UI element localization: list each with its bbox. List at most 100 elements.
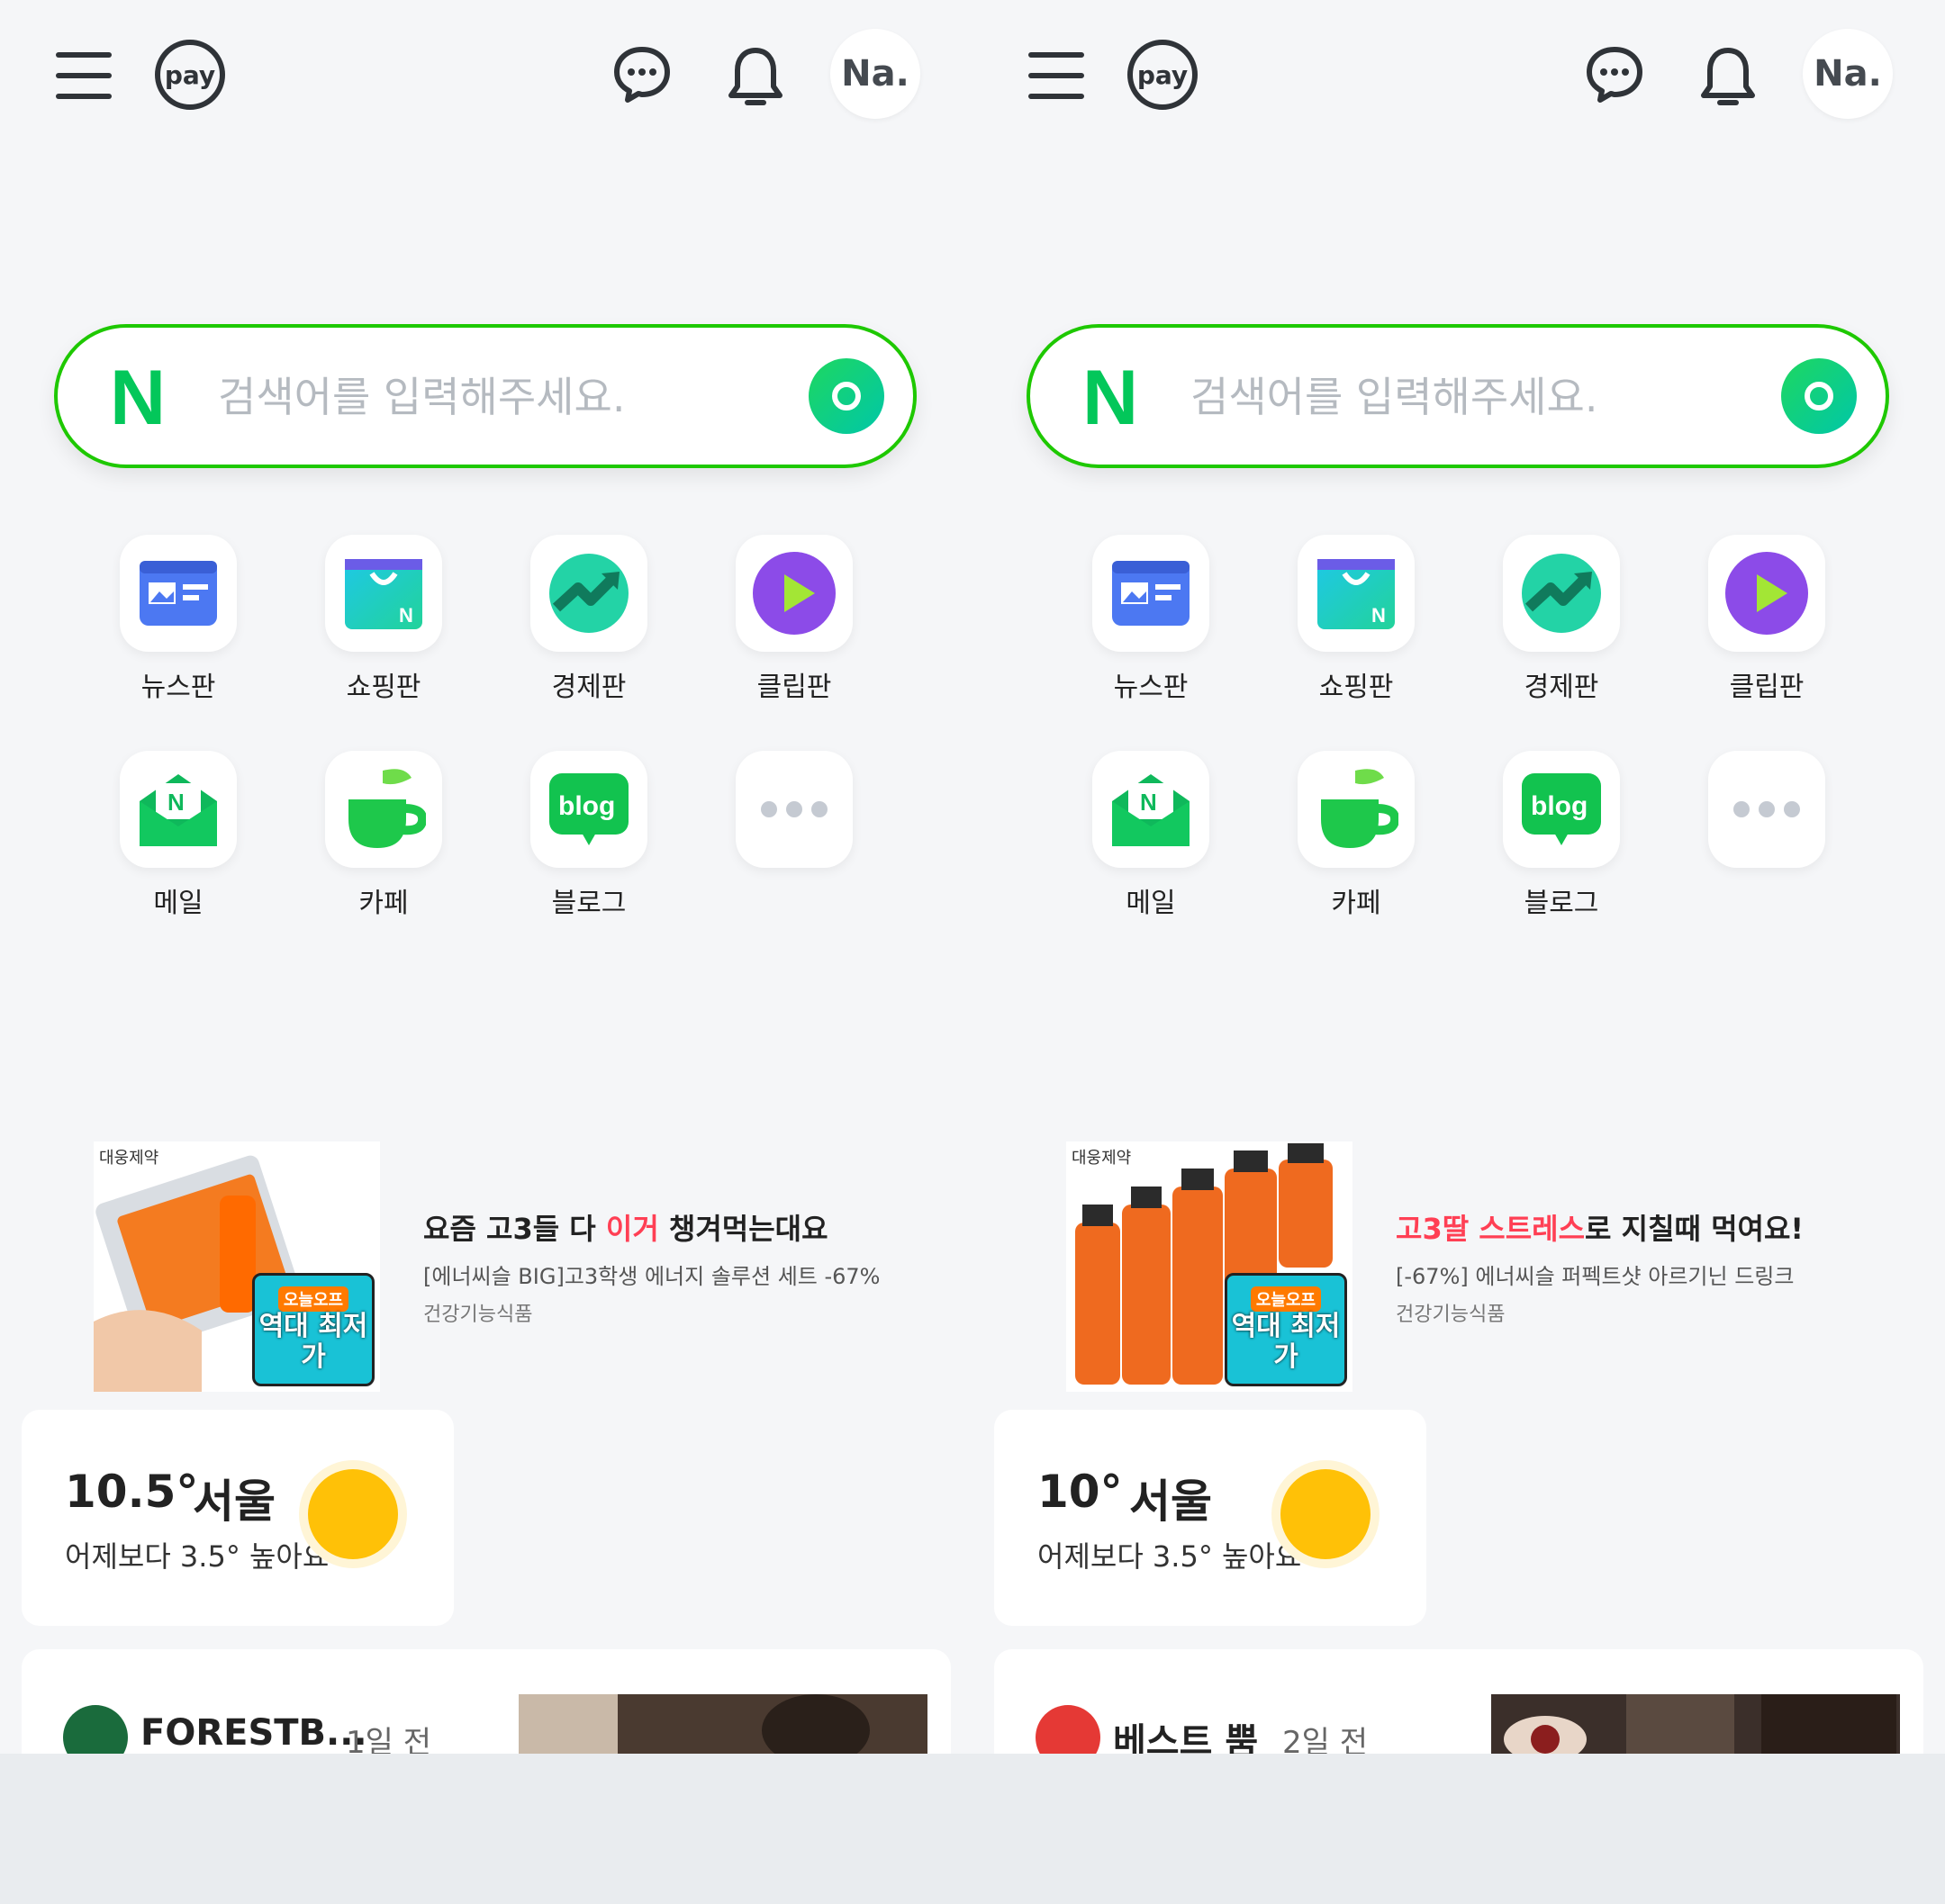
service-newsstand[interactable]: 뉴스판 [97, 535, 259, 704]
cafe-cup-icon [1298, 751, 1415, 868]
service-shopping[interactable]: N 쇼핑판 [303, 535, 465, 704]
avatar[interactable]: Na. [1803, 29, 1893, 119]
ad-title[interactable]: 고3딸 스트레스로 지칠때 먹여요! [1396, 1206, 1804, 1248]
feed-thumbnail[interactable] [1491, 1694, 1900, 1754]
service-label: 쇼핑판 [1318, 672, 1394, 703]
svg-text:N: N [1140, 789, 1157, 816]
feed-card[interactable]: FORESTB... 1일 전 [22, 1649, 951, 1754]
phone-screen-right: pay Na. N 뉴스판 N 쇼핑판 경제판 클립판 [972, 0, 1945, 1754]
pay-button[interactable]: pay [155, 40, 225, 110]
feed-avatar[interactable] [63, 1705, 128, 1754]
service-clip[interactable]: 클립판 [713, 535, 875, 704]
search-button[interactable] [1781, 358, 1857, 434]
trending-up-icon [530, 535, 647, 652]
service-label: 클립판 [756, 672, 832, 703]
service-blog[interactable]: blog 블로그 [508, 751, 670, 920]
ad-category: 건강기능식품 [423, 1304, 533, 1326]
trending-up-icon [1503, 535, 1620, 652]
ad-image[interactable]: 대웅제약 오늘오프 역대 최저가 [1066, 1141, 1352, 1392]
ad-title-highlight: 이거 [605, 1212, 659, 1246]
service-label: 뉴스판 [140, 672, 216, 703]
sun-icon [1280, 1469, 1371, 1559]
service-label: 경제판 [1524, 672, 1599, 703]
service-more[interactable] [713, 751, 875, 880]
ad-title[interactable]: 요즘 고3들 다 이거 챙겨먹는대요 [423, 1206, 828, 1248]
naver-logo: N [110, 355, 167, 441]
ad-image[interactable]: 대웅제약 오늘오프 역대 최저가 [94, 1141, 380, 1392]
sale-sticker: 오늘오프 역대 최저가 [1225, 1273, 1347, 1386]
feed-author[interactable]: 베스트 뿜 [1113, 1712, 1258, 1754]
naver-logo: N [1082, 355, 1139, 441]
ad-title-post: 챙겨먹는대요 [658, 1212, 828, 1246]
weather-card[interactable]: 10° 서울 어제보다 3.5° 높아요 [994, 1410, 1426, 1626]
sale-sticker-top: 오늘오프 [277, 1286, 349, 1312]
shopping-bag-icon: N [1298, 535, 1415, 652]
search-input[interactable] [216, 367, 778, 427]
service-mail[interactable]: N 메일 [1070, 751, 1232, 920]
weather-desc: 어제보다 3.5° 높아요 [1037, 1539, 1302, 1574]
weather-card[interactable]: 10.5° 서울 어제보다 3.5° 높아요 [22, 1410, 454, 1626]
service-shopping[interactable]: N 쇼핑판 [1275, 535, 1437, 704]
svg-text:N: N [1371, 604, 1386, 627]
sale-sticker: 오늘오프 역대 최저가 [252, 1273, 375, 1386]
service-label: 블로그 [1524, 888, 1599, 919]
cafe-cup-icon [325, 751, 442, 868]
service-newsstand[interactable]: 뉴스판 [1070, 535, 1232, 704]
feed-author[interactable]: FORESTB... [140, 1712, 367, 1754]
phone-screen-left: pay Na. N 뉴스판 N 쇼핑판 경제판 클립판 [0, 0, 972, 1754]
ad-category: 건강기능식품 [1396, 1304, 1506, 1326]
service-label: 카페 [1331, 888, 1381, 919]
service-cafe[interactable]: 카페 [1275, 751, 1437, 920]
mail-icon: N [1092, 751, 1209, 868]
more-dots-icon [736, 751, 853, 868]
more-dots-icon [1708, 751, 1825, 868]
hamburger-menu-icon[interactable] [1028, 52, 1084, 99]
blog-icon-text: blog [558, 791, 615, 821]
weather-temp: 10.5° [65, 1466, 199, 1518]
feed-avatar[interactable] [1036, 1705, 1100, 1754]
blog-icon: blog [530, 751, 647, 868]
svg-text:N: N [399, 604, 413, 627]
shopping-bag-icon: N [325, 535, 442, 652]
service-label: 뉴스판 [1113, 672, 1189, 703]
svg-text:N: N [167, 789, 185, 816]
weather-city: 서울 [193, 1475, 276, 1528]
service-label: 경제판 [551, 672, 627, 703]
chat-bubble-icon[interactable] [612, 45, 672, 104]
service-label: 메일 [153, 888, 204, 919]
hamburger-menu-icon[interactable] [56, 52, 112, 99]
chat-bubble-icon[interactable] [1585, 45, 1644, 104]
weather-temp: 10° [1037, 1466, 1123, 1518]
service-economy[interactable]: 경제판 [1480, 535, 1642, 704]
service-label: 블로그 [551, 888, 627, 919]
ad-title-highlight: 고3딸 스트레스 [1396, 1212, 1586, 1246]
bell-icon[interactable] [726, 45, 785, 110]
service-label: 카페 [358, 888, 409, 919]
pay-button[interactable]: pay [1127, 40, 1198, 110]
play-icon [1708, 535, 1825, 652]
search-bar[interactable]: N [54, 324, 917, 468]
weather-desc: 어제보다 3.5° 높아요 [65, 1539, 330, 1574]
newspaper-icon [120, 535, 237, 652]
service-cafe[interactable]: 카페 [303, 751, 465, 920]
search-input[interactable] [1189, 367, 1750, 427]
service-blog[interactable]: blog 블로그 [1480, 751, 1642, 920]
search-bar[interactable]: N [1027, 324, 1889, 468]
service-clip[interactable]: 클립판 [1686, 535, 1848, 704]
avatar[interactable]: Na. [830, 29, 920, 119]
sale-sticker-main: 역대 최저가 [258, 1311, 368, 1373]
ad-title-pre: 요즘 고3들 다 [423, 1212, 606, 1246]
ad-title-post: 로 지칠때 먹여요! [1585, 1212, 1805, 1246]
feed-thumbnail[interactable] [519, 1694, 927, 1754]
service-label: 쇼핑판 [346, 672, 421, 703]
feed-card[interactable]: 베스트 뿜 2일 전 [994, 1649, 1923, 1754]
weather-city: 서울 [1129, 1475, 1212, 1528]
sale-sticker-top: 오늘오프 [1250, 1286, 1322, 1312]
service-label: 클립판 [1729, 672, 1805, 703]
service-more[interactable] [1686, 751, 1848, 880]
bell-icon[interactable] [1698, 45, 1758, 110]
service-mail[interactable]: N 메일 [97, 751, 259, 920]
sale-sticker-main: 역대 최저가 [1231, 1311, 1341, 1373]
search-button[interactable] [809, 358, 884, 434]
service-economy[interactable]: 경제판 [508, 535, 670, 704]
